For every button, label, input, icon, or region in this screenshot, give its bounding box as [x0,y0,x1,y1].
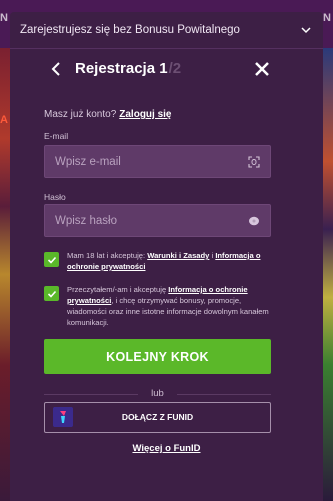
close-icon[interactable] [254,61,270,77]
eye-icon[interactable] [248,215,260,227]
background-text-fragment: N [0,12,8,24]
chevron-down-icon[interactable] [301,25,311,35]
checkmark-icon [47,256,56,264]
consent-marketing: Przeczytałem/-am i akceptuję Informacja … [44,284,274,328]
password-field-wrapper [44,204,271,237]
or-divider: lub [44,388,271,400]
email-field-wrapper [44,145,271,178]
scan-icon[interactable] [248,156,260,168]
bonus-banner-text: Zarejestrujesz się bez Bonusu Powitalneg… [20,24,240,36]
login-link[interactable]: Zaloguj się [119,109,171,120]
background-text-fragment: N [323,12,331,24]
consent-age-text: Mam 18 lat i akceptuję: Warunki i Zasady… [67,250,274,272]
login-prompt: Masz już konto? Zaloguj się [44,109,172,120]
modal-header: Rejestracja 1/2 [0,58,333,84]
divider-line [177,394,271,395]
checkmark-icon [47,290,56,298]
terms-link[interactable]: Warunki i Zasady [147,251,209,260]
login-prompt-text: Masz już konto? [44,109,117,120]
funid-button-label: DOŁĄCZ Z FUNID [121,412,194,422]
email-field[interactable] [45,146,270,177]
funid-more-link[interactable]: Więcej o FunID [0,443,333,454]
consent-marketing-checkbox[interactable] [44,286,59,301]
bonus-banner[interactable]: Zarejestrujesz się bez Bonusu Powitalneg… [10,12,323,49]
page-title-step-total: /2 [168,60,182,77]
funid-button[interactable]: DOŁĄCZ Z FUNID [44,402,271,433]
password-label: Hasło [44,192,66,202]
page-title-text: Rejestracja 1 [75,60,168,77]
page-title: Rejestracja 1/2 [75,60,181,77]
consent-text: Mam 18 lat i akceptuję: [67,251,148,260]
email-label: E-mail [44,131,69,141]
next-step-button[interactable]: KOLEJNY KROK [44,339,271,374]
password-field[interactable] [45,205,270,236]
background-text-fragment: A [0,114,8,126]
consent-age-checkbox[interactable] [44,252,59,267]
consent-text: Przeczytałem/-am i akceptuję [67,285,169,294]
consent-age-terms: Mam 18 lat i akceptuję: Warunki i Zasady… [44,250,274,272]
consent-marketing-text: Przeczytałem/-am i akceptuję Informacja … [67,284,274,328]
back-arrow-icon[interactable] [50,61,62,77]
